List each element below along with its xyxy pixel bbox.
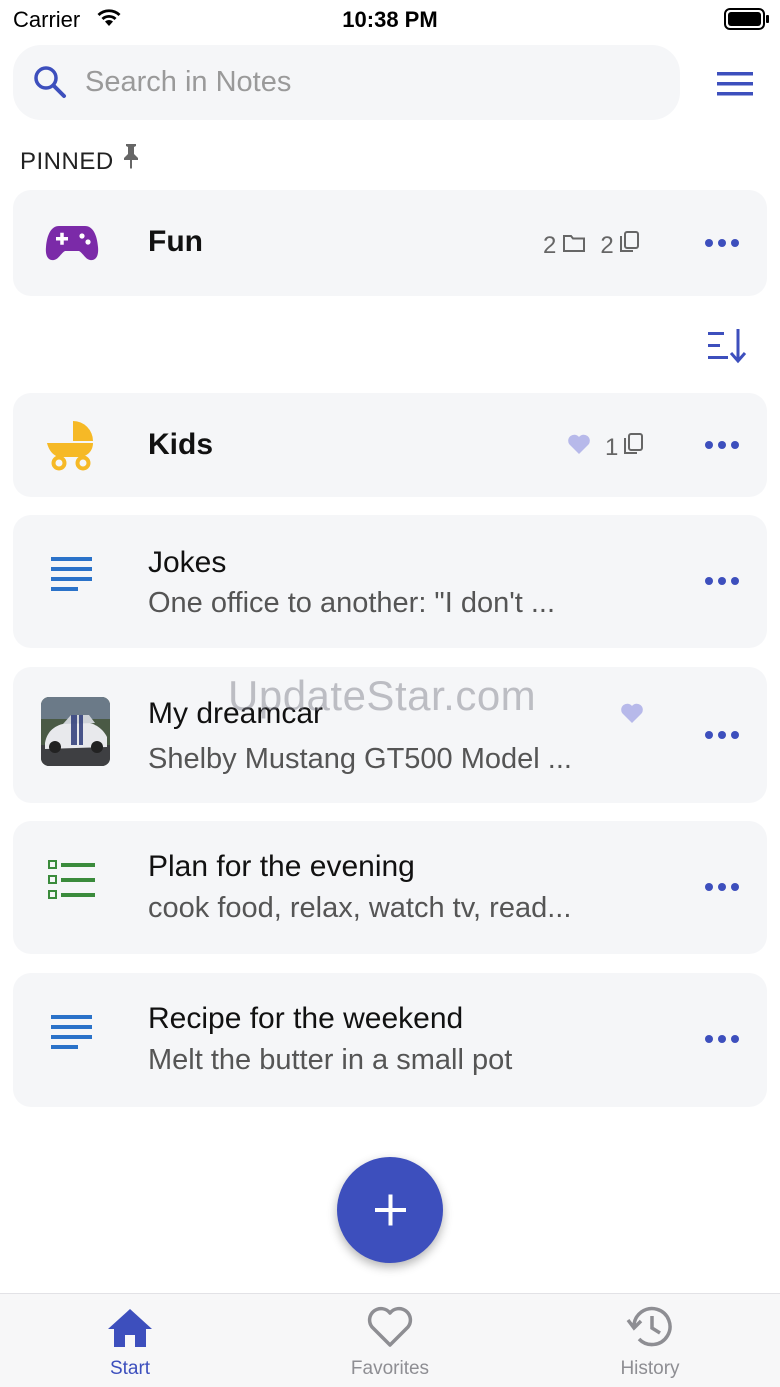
note-title: Recipe for the weekend xyxy=(148,1002,464,1035)
note-plan-for-the-evening[interactable]: Plan for the evening cook food, relax, w… xyxy=(13,821,767,954)
car-thumbnail-image xyxy=(41,697,110,771)
tab-start[interactable]: Start xyxy=(50,1294,210,1387)
folder-count: 2 xyxy=(543,231,557,259)
note-title: Fun xyxy=(148,225,203,258)
clock: 10:38 PM xyxy=(342,7,438,32)
note-title: Kids xyxy=(148,428,214,461)
note-recipe-for-the-weekend[interactable]: Recipe for the weekend Melt the butter i… xyxy=(13,973,767,1107)
folder-meta: 1 xyxy=(567,432,644,463)
tab-favorites[interactable]: Favorites xyxy=(310,1294,470,1387)
pinned-label: PINNED xyxy=(20,147,114,175)
search-icon xyxy=(33,65,67,104)
sort-icon[interactable] xyxy=(704,326,748,366)
note-count: 2 xyxy=(600,231,614,259)
battery-icon xyxy=(724,8,770,35)
more-options-icon[interactable] xyxy=(705,577,739,589)
favorite-heart-icon xyxy=(620,702,644,729)
tab-label: Start xyxy=(109,1358,151,1379)
note-preview: cook food, relax, watch tv, read... xyxy=(148,892,572,924)
note-jokes[interactable]: Jokes One office to another: "I don't ..… xyxy=(13,515,767,648)
add-note-button[interactable] xyxy=(337,1157,443,1263)
search-input[interactable] xyxy=(85,45,645,120)
more-options-icon[interactable] xyxy=(705,239,739,251)
home-icon xyxy=(105,1302,155,1357)
favorite-heart-icon xyxy=(567,433,591,462)
tab-history[interactable]: History xyxy=(570,1294,730,1387)
search-bar[interactable] xyxy=(13,45,680,120)
folder-meta: 2 2 xyxy=(543,230,640,261)
more-options-icon[interactable] xyxy=(705,883,739,895)
note-preview: Melt the butter in a small pot xyxy=(148,1044,513,1076)
hamburger-menu-icon[interactable] xyxy=(712,66,760,102)
note-title: Jokes xyxy=(148,546,227,579)
more-options-icon[interactable] xyxy=(705,731,739,743)
pinned-folder-fun[interactable]: Fun 2 2 xyxy=(13,190,767,296)
gamepad-icon xyxy=(45,223,99,268)
heart-icon xyxy=(365,1302,415,1357)
note-title: My dreamcar xyxy=(148,697,324,730)
checklist-icon xyxy=(48,860,96,905)
note-preview: One office to another: "I don't ... xyxy=(148,587,556,619)
history-icon xyxy=(625,1302,675,1357)
notes-copy-icon xyxy=(618,230,640,261)
pin-icon xyxy=(120,142,142,177)
status-bar: Carrier 10:38 PM xyxy=(0,0,780,40)
more-options-icon[interactable] xyxy=(705,441,739,453)
tab-bar: Start Favorites History xyxy=(0,1293,780,1387)
more-options-icon[interactable] xyxy=(705,1035,739,1047)
pinned-section-header: PINNED xyxy=(20,144,142,177)
folder-kids[interactable]: Kids 1 xyxy=(13,393,767,497)
plus-icon xyxy=(375,1194,406,1226)
text-note-icon xyxy=(51,557,93,598)
folder-icon xyxy=(562,232,586,260)
note-count: 1 xyxy=(605,433,619,461)
note-my-dreamcar[interactable]: My dreamcar Shelby Mustang GT500 Model .… xyxy=(13,667,767,803)
note-preview: Shelby Mustang GT500 Model ... xyxy=(148,743,572,775)
stroller-icon xyxy=(45,419,97,476)
tab-label: History xyxy=(620,1358,680,1379)
notes-copy-icon xyxy=(622,432,644,463)
note-title: Plan for the evening xyxy=(148,850,415,883)
tab-label: Favorites xyxy=(350,1358,430,1379)
text-note-icon xyxy=(51,1015,93,1056)
